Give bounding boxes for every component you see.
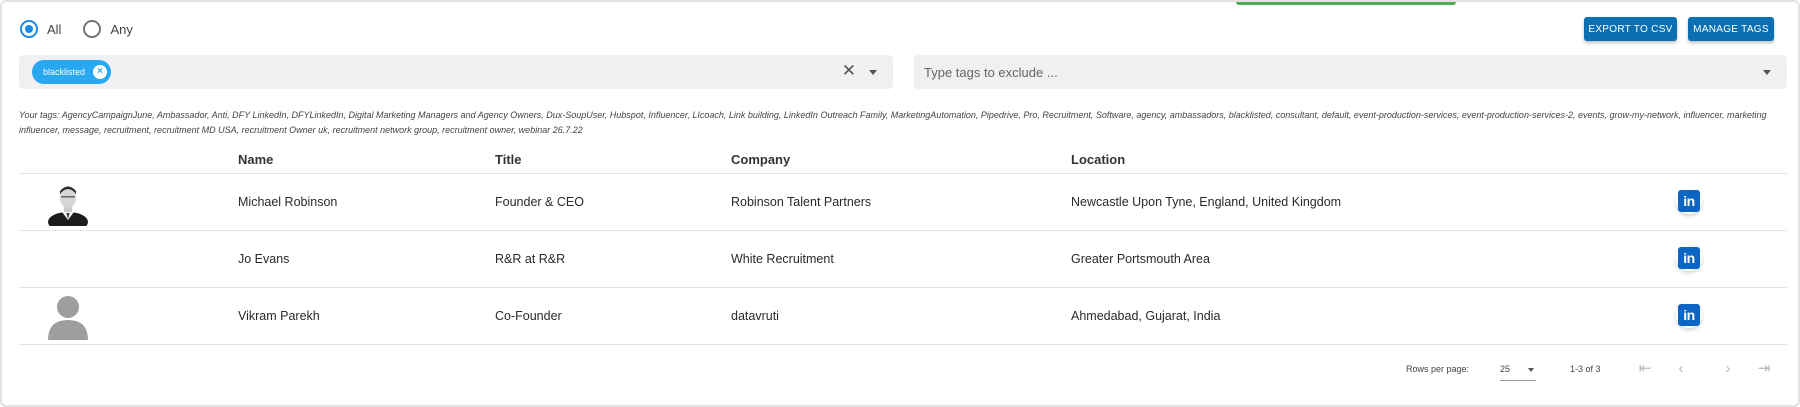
chevron-down-icon[interactable] [869,70,877,75]
linkedin-profile-button[interactable]: in [1676,245,1702,271]
your-tags-note: Your tags: AgencyCampaignJune, Ambassado… [19,110,1767,135]
export-to-csv-button[interactable]: EXPORT TO CSV [1584,17,1677,41]
cell-company: datavruti [731,309,779,323]
rows-per-page-label: Rows per page: [1406,364,1470,374]
next-page-icon[interactable]: › [1719,361,1737,379]
radio-all[interactable]: All [20,20,61,38]
table-row[interactable]: Michael Robinson Founder & CEO Robinson … [19,174,1787,231]
previous-page-icon[interactable]: ‹ [1672,361,1690,379]
radio-checked-icon[interactable] [20,20,38,38]
cell-title: Co-Founder [495,309,562,323]
first-page-icon[interactable]: ⇤ [1636,361,1654,379]
linkedin-icon: in [1678,190,1700,212]
include-tags-field[interactable]: blacklisted × ✕ [19,55,893,89]
linkedin-icon: in [1678,247,1700,269]
cell-name: Michael Robinson [238,195,338,209]
chip-remove-icon[interactable]: × [93,65,108,79]
exclude-tags-input[interactable] [924,64,1724,80]
chevron-down-icon[interactable] [1528,368,1534,372]
radio-any-label: Any [110,21,133,37]
page-range-info: 1-3 of 3 [1570,364,1601,374]
radio-any[interactable]: Any [83,20,133,38]
avatar [48,186,88,226]
radio-unchecked-icon[interactable] [83,20,102,38]
table-row[interactable]: Jo Evans R&R at R&R White Recruitment Gr… [19,231,1787,288]
column-header-location[interactable]: Location [1071,152,1125,167]
rows-per-page-value: 25 [1500,364,1511,374]
cell-location: Greater Portsmouth Area [1071,252,1210,266]
pagination: Rows per page: 25 1-3 of 3 ⇤ ‹ › ⇥ [2,361,1800,381]
avatar-placeholder-icon [48,296,88,340]
cell-name: Vikram Parekh [238,309,320,323]
match-mode-radio-group: All Any [20,20,155,38]
cell-location: Ahmedabad, Gujarat, India [1071,309,1221,323]
clear-icon[interactable]: ✕ [842,61,856,81]
cell-title: Founder & CEO [495,195,584,209]
column-header-title[interactable]: Title [495,152,522,167]
cell-company: Robinson Talent Partners [731,195,872,209]
cell-location: Newcastle Upon Tyne, England, United Kin… [1071,195,1342,209]
exclude-tags-field[interactable] [914,55,1787,89]
table-header: Name Title Company Location [19,144,1787,174]
cell-company: White Recruitment [731,252,834,266]
table-row[interactable]: Vikram Parekh Co-Founder datavruti Ahmed… [19,288,1787,345]
chevron-down-icon[interactable] [1763,70,1771,75]
tag-chip-label: blacklisted [43,67,86,77]
cell-title: R&R at R&R [495,252,566,266]
top-progress-accent [1236,2,1456,5]
column-header-name[interactable]: Name [238,152,273,167]
linkedin-profile-button[interactable]: in [1676,302,1702,328]
tag-chip[interactable]: blacklisted × [32,60,112,84]
rows-per-page-select[interactable]: 25 [1500,361,1536,381]
last-page-icon[interactable]: ⇥ [1755,361,1773,379]
column-header-company[interactable]: Company [731,152,790,167]
manage-tags-button[interactable]: MANAGE TAGS [1688,17,1774,41]
linkedin-profile-button[interactable]: in [1676,188,1702,214]
contacts-table: Name Title Company Location Michael Robi… [19,144,1787,345]
app-frame: All Any EXPORT TO CSV MANAGE TAGS blackl… [0,0,1800,407]
radio-all-label: All [47,21,62,37]
cell-name: Jo Evans [238,252,290,266]
linkedin-icon: in [1678,304,1700,326]
